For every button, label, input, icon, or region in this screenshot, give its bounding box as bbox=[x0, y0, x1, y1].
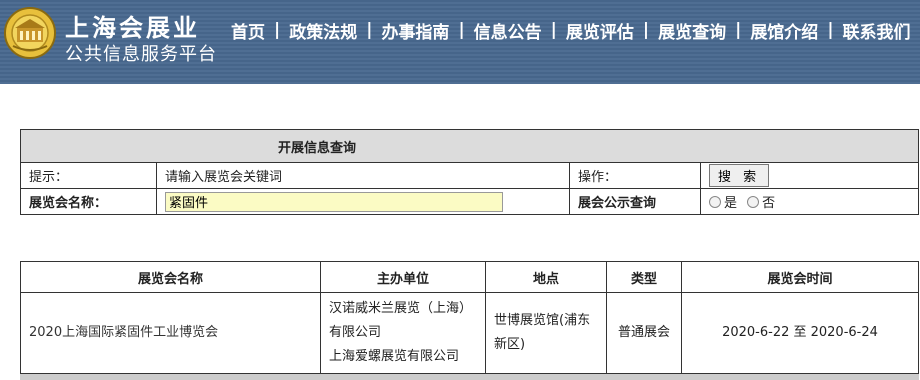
exhibition-name-link[interactable]: 2020上海国际紧固件工业博览会 bbox=[20, 292, 321, 374]
type-cell: 普通展会 bbox=[606, 292, 682, 374]
results-header-row: 展览会名称 主办单位 地点 类型 展览会时间 bbox=[20, 261, 919, 293]
organizer-1: 汉诺威米兰展览（上海）有限公司 bbox=[329, 301, 473, 340]
exhibition-name-input[interactable] bbox=[165, 191, 503, 212]
name-label: 展览会名称： bbox=[20, 188, 157, 215]
radio-yes[interactable] bbox=[709, 195, 721, 208]
search-button[interactable]: 搜 索 bbox=[709, 164, 770, 187]
brand-subtitle: 公共信息服务平台 bbox=[65, 44, 217, 65]
nav-evaluation[interactable]: 展览评估 bbox=[566, 18, 634, 43]
nav-home[interactable]: 首页 bbox=[231, 18, 265, 43]
nav-venues[interactable]: 展馆介绍 bbox=[750, 18, 818, 43]
nav-guide[interactable]: 办事指南 bbox=[381, 18, 449, 43]
col-exhibition-name: 展览会名称 bbox=[20, 261, 321, 293]
col-date: 展览会时间 bbox=[681, 261, 919, 293]
site-header: 上海会展业 公共信息服务平台 首页 | 政策法规 | 办事指南 | 信息公告 |… bbox=[0, 0, 920, 84]
next-row-strip bbox=[20, 374, 919, 380]
public-query-options: 是 否 bbox=[700, 188, 919, 215]
results-table: 展览会名称 主办单位 地点 类型 展览会时间 2020上海国际紧固件工业博览会 … bbox=[20, 261, 919, 374]
hint-label: 提示： bbox=[20, 162, 157, 189]
brand-title: 上海会展业 bbox=[65, 14, 200, 42]
table-row[interactable]: 2020上海国际紧固件工业博览会 汉诺威米兰展览（上海）有限公司 上海爱螺展览有… bbox=[20, 292, 919, 374]
nav-exhibition-query[interactable]: 展览查询 bbox=[658, 18, 726, 43]
date-cell: 2020-6-22 至 2020-6-24 bbox=[681, 292, 919, 374]
hint-text: 请输入展览会关键词 bbox=[156, 162, 570, 189]
radio-yes-label[interactable]: 是 bbox=[724, 196, 737, 211]
nav-separator: | bbox=[366, 20, 373, 40]
organizer-cell: 汉诺威米兰展览（上海）有限公司 上海爱螺展览有限公司 bbox=[320, 292, 486, 374]
nav-separator: | bbox=[735, 20, 742, 40]
nav-policy[interactable]: 政策法规 bbox=[289, 18, 357, 43]
col-type: 类型 bbox=[606, 261, 682, 293]
nav-separator: | bbox=[642, 20, 650, 40]
search-form-table: 开展信息查询 提示： 请输入展览会关键词 操作： 搜 索 展览会名称： 展会公示… bbox=[20, 129, 919, 215]
main-nav: 首页 | 政策法规 | 办事指南 | 信息公告 | 展览评估 | 展览查询 | … bbox=[231, 18, 911, 43]
action-label: 操作： bbox=[569, 162, 701, 189]
nav-separator: | bbox=[458, 20, 465, 40]
nav-separator: | bbox=[827, 20, 834, 40]
col-organizer: 主办单位 bbox=[320, 261, 486, 293]
public-query-label: 展会公示查询 bbox=[569, 188, 701, 215]
nav-separator: | bbox=[550, 20, 557, 40]
organizer-2: 上海爱螺展览有限公司 bbox=[329, 349, 460, 364]
name-input-cell bbox=[156, 188, 570, 215]
col-venue: 地点 bbox=[485, 261, 607, 293]
nav-separator: | bbox=[274, 20, 281, 40]
action-cell: 搜 索 bbox=[700, 162, 919, 189]
venue-cell: 世博展览馆(浦东新区) bbox=[485, 292, 607, 374]
radio-no[interactable] bbox=[747, 195, 760, 208]
logo-icon[interactable] bbox=[3, 6, 57, 60]
search-form-title: 开展信息查询 bbox=[20, 129, 919, 163]
nav-contact[interactable]: 联系我们 bbox=[843, 18, 911, 43]
nav-notice[interactable]: 信息公告 bbox=[474, 18, 542, 43]
radio-no-label[interactable]: 否 bbox=[762, 196, 775, 211]
